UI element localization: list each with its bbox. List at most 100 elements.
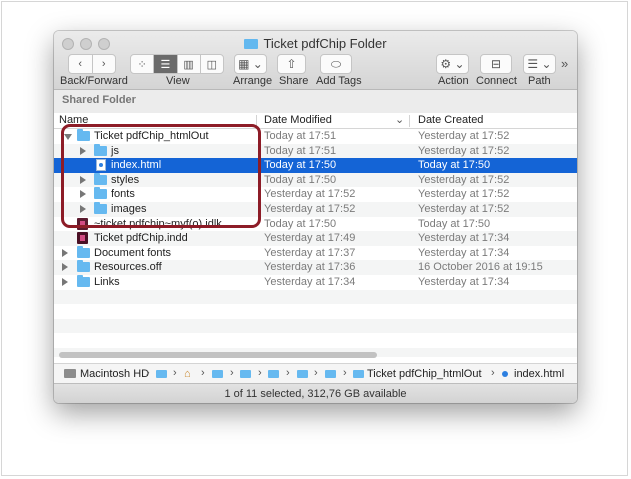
item-created: Yesterday at 17:52 <box>418 173 510 186</box>
horizontal-scrollbar[interactable] <box>59 352 377 358</box>
item-modified: Today at 17:51 <box>264 130 337 142</box>
disclosure-triangle-icon[interactable] <box>62 277 68 286</box>
item-created: Today at 17:50 <box>418 159 491 172</box>
folder-icon[interactable] <box>212 370 223 378</box>
path-separator: › <box>314 367 318 379</box>
item-created: Yesterday at 17:52 <box>418 202 510 215</box>
share-button[interactable]: ⇧ <box>277 54 306 74</box>
disclosure-triangle-icon[interactable] <box>62 248 68 257</box>
connect-label: Connect <box>476 75 517 87</box>
date-created-column-header[interactable]: Date Created <box>418 114 483 126</box>
list-item[interactable]: Ticket pdfChip.indd Yesterday at 17:49 Y… <box>54 231 577 246</box>
action-label: Action <box>438 75 469 87</box>
folder-icon <box>244 39 259 49</box>
item-created: Today at 17:50 <box>418 217 491 230</box>
view-label: View <box>166 75 190 87</box>
item-modified: Today at 17:50 <box>264 217 337 230</box>
annotation-highlight-box <box>61 124 261 228</box>
item-created: Yesterday at 17:34 <box>418 275 510 288</box>
item-created: Yesterday at 17:52 <box>418 188 510 201</box>
path-button[interactable]: ☰ ⌄ <box>523 54 556 74</box>
folder-icon[interactable] <box>325 370 336 378</box>
path-bar: Macintosh HD › › ⌂ › › › › › › Ticket pd… <box>54 363 577 384</box>
path-label: Path <box>528 75 551 87</box>
home-icon[interactable]: ⌂ <box>184 368 191 380</box>
connect-icon: ⊟ <box>490 57 502 71</box>
item-modified: Today at 17:50 <box>264 159 337 172</box>
folder-icon[interactable] <box>268 370 279 378</box>
connect-button[interactable]: ⊟ <box>480 54 512 74</box>
gear-icon: ⚙ ⌄ <box>440 57 465 71</box>
column-divider[interactable] <box>409 115 410 127</box>
item-created: Yesterday at 17:34 <box>418 246 510 259</box>
path-folder[interactable]: Ticket pdfChip_htmlOut <box>367 368 482 380</box>
toolbar-overflow-button[interactable]: » <box>561 56 568 71</box>
path-separator: › <box>258 367 262 379</box>
status-bar: 1 of 11 selected, 312,76 GB available <box>54 383 577 403</box>
indesign-file-icon <box>77 232 88 245</box>
folder-icon <box>77 260 90 273</box>
gallery-view-button[interactable]: ◫ <box>201 55 223 73</box>
path-separator: › <box>201 367 205 379</box>
empty-row <box>54 289 577 305</box>
status-text: 1 of 11 selected, 312,76 GB available <box>224 388 407 400</box>
date-modified-column-header[interactable]: Date Modified <box>264 114 332 126</box>
item-created: 16 October 2016 at 19:15 <box>418 261 543 274</box>
item-modified: Today at 17:50 <box>264 173 337 186</box>
path-separator: › <box>286 367 290 379</box>
icon-view-button[interactable]: ⁘ <box>131 55 155 73</box>
title-bar: Ticket pdfChip Folder ‹ › Back/Forward ⁘… <box>54 31 577 90</box>
empty-row <box>54 333 577 348</box>
path-separator: › <box>146 367 150 379</box>
sort-chevron-icon[interactable]: ⌄ <box>395 113 404 126</box>
html-file-icon <box>502 371 508 377</box>
add-tags-label: Add Tags <box>316 75 362 87</box>
list-item[interactable]: Document fonts Yesterday at 17:37 Yester… <box>54 245 577 261</box>
item-name: Ticket pdfChip.indd <box>94 232 188 245</box>
window-title: Ticket pdfChip Folder <box>54 36 577 51</box>
disclosure-triangle-icon[interactable] <box>62 263 68 272</box>
folder-icon[interactable] <box>297 370 308 378</box>
item-modified: Yesterday at 17:52 <box>264 188 356 201</box>
path-file[interactable]: index.html <box>514 368 564 380</box>
tag-icon: ⬭ <box>330 56 342 71</box>
list-view-button[interactable]: ☰ <box>154 55 178 73</box>
share-icon: ⇧ <box>286 57 297 71</box>
view-control: ⁘ ☰ ▥ ◫ <box>130 54 224 74</box>
back-forward-label: Back/Forward <box>60 75 128 87</box>
path-separator: › <box>491 367 495 379</box>
path-root[interactable]: Macintosh HD <box>80 368 149 380</box>
add-tags-button[interactable]: ⬭ <box>320 54 352 74</box>
empty-row <box>54 318 577 334</box>
share-label: Share <box>279 75 309 87</box>
item-name: Links <box>94 275 120 288</box>
forward-button[interactable]: › <box>93 55 116 73</box>
item-modified: Today at 17:51 <box>264 144 337 157</box>
arrange-button[interactable]: ▦ ⌄ <box>234 54 267 74</box>
item-created: Yesterday at 17:34 <box>418 232 510 245</box>
empty-row <box>54 304 577 319</box>
list-item[interactable]: Links Yesterday at 17:34 Yesterday at 17… <box>54 274 577 290</box>
location-header: Shared Folder <box>54 90 577 114</box>
hard-drive-icon <box>64 369 76 378</box>
item-name: Resources.off <box>94 261 162 274</box>
action-button[interactable]: ⚙ ⌄ <box>436 54 469 74</box>
list-item[interactable]: Resources.off Yesterday at 17:36 16 Octo… <box>54 260 577 275</box>
item-modified: Yesterday at 17:52 <box>264 202 356 215</box>
folder-icon[interactable] <box>240 370 251 378</box>
arrange-label: Arrange <box>233 75 273 87</box>
path-separator: › <box>230 367 234 379</box>
path-list-icon: ☰ ⌄ <box>527 57 552 71</box>
item-created: Yesterday at 17:52 <box>418 130 510 142</box>
column-view-button[interactable]: ▥ <box>178 55 201 73</box>
item-modified: Yesterday at 17:37 <box>264 246 356 259</box>
item-name: Document fonts <box>94 246 172 259</box>
back-forward-control: ‹ › <box>68 54 116 74</box>
path-separator: › <box>343 367 347 379</box>
item-modified: Yesterday at 17:49 <box>264 232 356 245</box>
back-button[interactable]: ‹ <box>69 55 93 73</box>
folder-icon[interactable] <box>156 370 167 378</box>
item-modified: Yesterday at 17:34 <box>264 275 356 288</box>
item-created: Yesterday at 17:52 <box>418 144 510 157</box>
folder-icon[interactable] <box>353 370 364 378</box>
